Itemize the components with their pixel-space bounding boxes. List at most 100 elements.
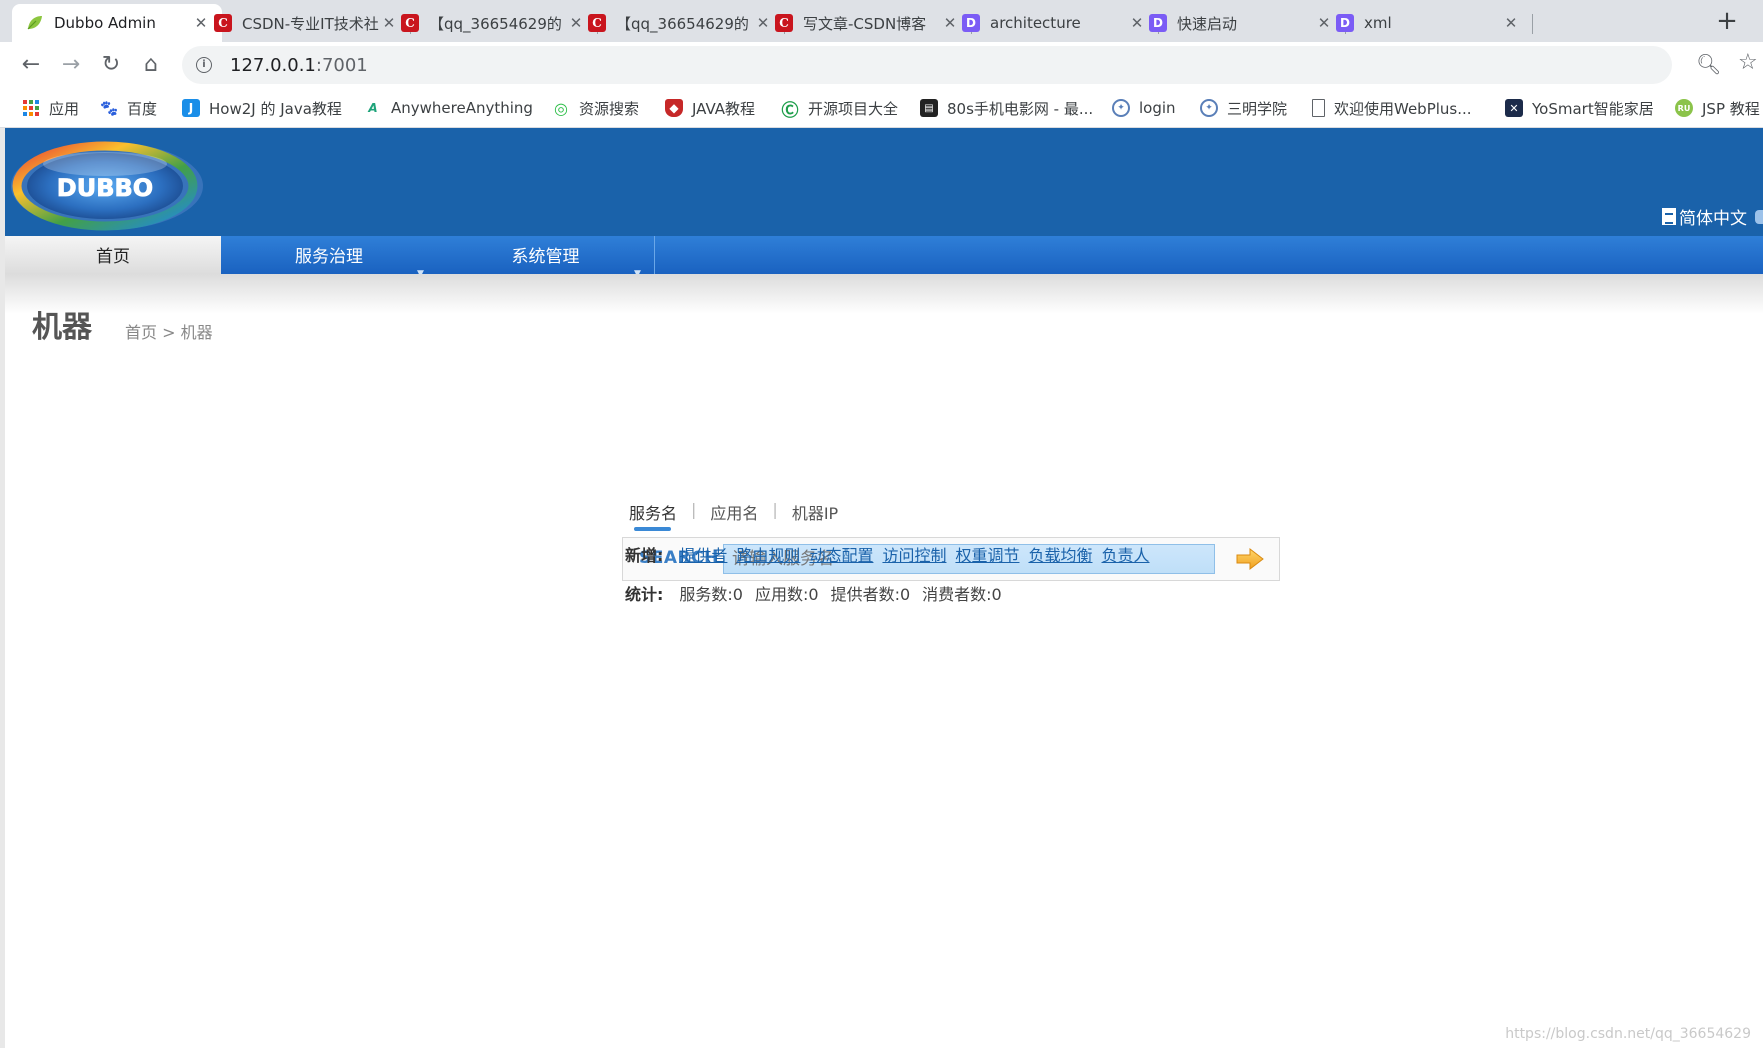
forward-arrow-icon[interactable]: → xyxy=(56,50,86,80)
menu-service-governance[interactable]: 服务治理 ▼ xyxy=(221,236,437,279)
bookmark-label: login xyxy=(1139,99,1176,117)
menu-service-governance-label: 服务治理 xyxy=(295,247,363,267)
stat-applications: 应用数:0 xyxy=(754,585,819,604)
csdn-icon: C xyxy=(588,14,606,32)
home-icon[interactable]: ⌂ xyxy=(136,50,166,80)
browser-tab-architecture[interactable]: D architecture ✕ xyxy=(948,4,1159,42)
tab-title: 写文章-CSDN博客 xyxy=(803,14,927,33)
menu-system-management[interactable]: 系统管理 ▼ xyxy=(437,236,655,279)
bookmark-label: JSP 教程 xyxy=(1702,99,1760,118)
browser-tab-dubbo-admin[interactable]: Dubbo Admin ✕ xyxy=(12,4,222,42)
bookmark-apps[interactable]: 应用 xyxy=(22,96,79,120)
bookmark-label: 开源项目大全 xyxy=(808,99,899,118)
add-route-rule-link[interactable]: 路由规则 xyxy=(736,542,800,566)
reload-icon[interactable]: ↻ xyxy=(96,50,126,80)
bookmark-jsp-tutorial[interactable]: RU JSP 教程 xyxy=(1675,96,1760,120)
menu-home-label: 首页 xyxy=(96,247,130,267)
search-type-tabs: 服务名 | 应用名 | 机器IP xyxy=(629,500,838,531)
baidu-paw-icon: 🐾︎ xyxy=(98,98,120,118)
csdn-icon: C xyxy=(214,14,232,32)
dubbo-logo[interactable]: DUBBO xyxy=(8,134,206,234)
university-seal-icon: ✦ xyxy=(1112,99,1130,117)
tab-title: 快速启动 xyxy=(1177,14,1238,33)
browser-toolbar: ← → ↻ ⌂ i 127.0.0.1:7001 🔍︎ ☆ xyxy=(0,42,1763,88)
apps-grid-icon xyxy=(22,99,40,117)
site-header: DUBBO 简体中文 xyxy=(5,128,1763,236)
close-tab-icon[interactable]: ✕ xyxy=(1502,14,1520,32)
dubbo-admin-page: DUBBO 简体中文 首页 服务治理 ▼ 系统管理 ▼ 机器 首页 > 机器 服… xyxy=(5,128,1763,1048)
quick-add-row: 新增: 提供者 路由规则 动态配置 访问控制 权重调节 负载均衡 负责人 xyxy=(625,542,1159,566)
stat-consumers: 消费者数:0 xyxy=(922,585,1002,604)
address-bar[interactable]: i 127.0.0.1:7001 xyxy=(182,46,1672,84)
tab-machine-ip[interactable]: 机器IP xyxy=(792,500,838,528)
bookmark-resource-search[interactable]: ◎ 资源搜索 xyxy=(552,96,639,120)
bookmark-open-source[interactable]: Ⓒ 开源项目大全 xyxy=(781,96,899,121)
stat-providers: 提供者数:0 xyxy=(830,585,911,604)
menu-shadow xyxy=(5,274,1763,314)
tab-title: 【qq_36654629的 xyxy=(616,14,749,33)
tab-divider: | xyxy=(691,500,697,519)
bookmark-baidu[interactable]: 🐾︎ 百度 xyxy=(98,96,158,120)
tab-separator xyxy=(1532,14,1533,34)
browser-tab-csdn[interactable]: C CSDN-专业IT技术社 ✕ xyxy=(200,4,411,42)
add-provider-link[interactable]: 提供者 xyxy=(679,542,727,566)
bookmark-label: 应用 xyxy=(49,99,80,118)
user-icon[interactable] xyxy=(1755,210,1763,224)
language-switch[interactable]: 简体中文 xyxy=(1662,204,1747,229)
bookmark-label: AnywhereAnything xyxy=(391,99,533,117)
url-port: :7001 xyxy=(315,54,368,76)
bookmark-how2j[interactable]: J How2J 的 Java教程 xyxy=(182,96,342,120)
add-weight-adjust-link[interactable]: 权重调节 xyxy=(955,542,1019,566)
bookmark-label: JAVA教程 xyxy=(692,99,756,118)
csdn-icon: C xyxy=(401,14,419,32)
tab-application-name[interactable]: 应用名 xyxy=(710,500,758,528)
browser-tab-qq-blog-1[interactable]: C 【qq_36654629的 ✕ xyxy=(387,4,598,42)
site-info-icon[interactable]: i xyxy=(196,57,212,73)
tab-title: architecture xyxy=(990,14,1081,32)
browser-tab-write-article[interactable]: C 写文章-CSDN博客 ✕ xyxy=(761,4,972,42)
tab-title: CSDN-专业IT技术社 xyxy=(242,14,379,33)
browser-tab-quick-start[interactable]: D 快速启动 ✕ xyxy=(1135,4,1346,42)
add-access-control-link[interactable]: 访问控制 xyxy=(882,542,946,566)
back-arrow-icon[interactable]: ← xyxy=(16,50,46,80)
bookmark-login[interactable]: ✦ login xyxy=(1112,96,1176,120)
doc-d-icon: D xyxy=(962,14,980,32)
watermark: https://blog.csdn.net/qq_36654629 xyxy=(1505,1026,1751,1042)
browser-tab-xml[interactable]: D xml ✕ xyxy=(1322,4,1533,42)
bookmark-anywhereanything[interactable]: A AnywhereAnything xyxy=(364,96,533,120)
arrow-right-icon[interactable] xyxy=(1235,546,1265,572)
bookmark-label: 三明学院 xyxy=(1227,99,1288,118)
yosmart-icon: ✕ xyxy=(1505,99,1523,117)
bookmark-webplus[interactable]: 欢迎使用WebPlus... xyxy=(1312,96,1472,120)
language-label: 简体中文 xyxy=(1679,209,1747,229)
stats-label: 统计: xyxy=(625,585,664,604)
main-menu: 首页 服务治理 ▼ 系统管理 ▼ xyxy=(5,236,1763,279)
add-load-balance-link[interactable]: 负载均衡 xyxy=(1028,542,1092,566)
search-resource-icon: ◎ xyxy=(554,98,568,118)
language-doc-icon xyxy=(1662,208,1676,225)
how2j-icon: J xyxy=(182,99,200,117)
menu-home[interactable]: 首页 xyxy=(5,236,221,274)
add-dynamic-config-link[interactable]: 动态配置 xyxy=(809,542,873,566)
tab-service-name[interactable]: 服务名 xyxy=(629,500,677,531)
doc-d-icon: D xyxy=(1336,14,1354,32)
zoom-icon[interactable]: 🔍︎ xyxy=(1696,52,1721,76)
browser-tab-qq-blog-2[interactable]: C 【qq_36654629的 ✕ xyxy=(574,4,785,42)
browser-tab-strip: Dubbo Admin ✕ C CSDN-专业IT技术社 ✕ C 【qq_366… xyxy=(0,0,1763,42)
bookmark-sanming-college[interactable]: ✦ 三明学院 xyxy=(1200,96,1287,120)
bookmark-80s-movies[interactable]: ▤ 80s手机电影网 - 最... xyxy=(920,96,1093,120)
breadcrumb[interactable]: 首页 > 机器 xyxy=(125,319,213,343)
bookmark-label: 百度 xyxy=(127,99,158,118)
new-tab-plus-icon[interactable]: + xyxy=(1713,8,1741,36)
add-label: 新增: xyxy=(625,546,664,565)
bookmark-java-tutorial[interactable]: ◆ JAVA教程 xyxy=(665,96,755,120)
page-title: 机器 xyxy=(32,310,92,345)
url-host: 127.0.0.1 xyxy=(230,54,316,76)
open-source-icon: Ⓒ xyxy=(781,100,799,121)
stats-row: 统计: 服务数:0 应用数:0 提供者数:0 消费者数:0 xyxy=(625,581,1014,605)
tab-title: xml xyxy=(1364,14,1392,32)
bookmarks-bar: 应用 🐾︎ 百度 J How2J 的 Java教程 A AnywhereAnyt… xyxy=(0,88,1763,128)
bookmark-star-icon[interactable]: ☆ xyxy=(1738,50,1758,75)
bookmark-yosmart[interactable]: ✕ YoSmart智能家居 xyxy=(1505,96,1654,120)
add-owner-link[interactable]: 负责人 xyxy=(1102,542,1150,566)
